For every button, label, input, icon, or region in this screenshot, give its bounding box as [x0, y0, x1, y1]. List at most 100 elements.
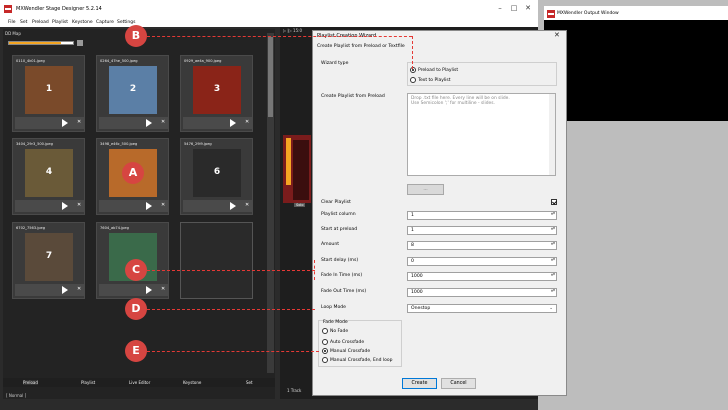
output-window [544, 6, 728, 121]
textfile-drop-area[interactable]: Drop .txt file here. Every line will be … [407, 93, 556, 176]
textarea-scrollbar[interactable] [549, 94, 555, 175]
output-window-title: MXWendler Output Window [557, 11, 619, 16]
annotation-marker-c: C [125, 259, 147, 281]
tab-preload[interactable]: Preload [23, 380, 38, 385]
menu-playlist[interactable]: Playlist [52, 20, 68, 25]
tab-playlist[interactable]: Playlist [81, 380, 95, 385]
fade-mode-radio[interactable] [322, 348, 328, 354]
tile-controls: ✕ [99, 284, 168, 296]
menu-preload[interactable]: Preload [32, 20, 49, 25]
tile-thumbnail[interactable]: A [109, 149, 157, 197]
tab-keystone[interactable]: Keystone [183, 380, 201, 385]
main-titlebar: MXWendler Stage Designer 5.2.14 – □ ✕ [0, 0, 538, 18]
maximize-icon[interactable]: □ [508, 4, 520, 12]
remove-icon[interactable]: ✕ [161, 119, 165, 125]
field-spinbox[interactable]: 8 [407, 241, 557, 250]
tile-controls: ✕ [99, 200, 168, 212]
remove-icon[interactable]: ✕ [77, 202, 81, 208]
annotation-line-c-vertical [314, 260, 315, 280]
preload-tile[interactable]: 0110_4k01.jpeg 1 ✕ [12, 55, 85, 132]
tile-thumbnail[interactable]: 7 [25, 233, 73, 281]
annotation-line-d [147, 309, 315, 310]
fade-mode-option-label: Manual Crossfade [330, 349, 371, 354]
fade-mode-radio[interactable] [322, 357, 328, 363]
scrollbar-thumb[interactable] [268, 37, 273, 117]
menu-keystone[interactable]: Keystone [72, 20, 93, 25]
tile-thumbnail[interactable]: 4 [25, 149, 73, 197]
play-icon[interactable] [146, 202, 152, 210]
remove-icon[interactable]: ✕ [245, 202, 249, 208]
preload-tile[interactable]: 3404_29r3_500.jpeg 4 ✕ [12, 138, 85, 215]
tile-thumbnail[interactable]: 1 [25, 66, 73, 114]
tile-number: 3 [213, 84, 221, 94]
field-spinbox[interactable]: 1000 [407, 288, 557, 297]
progress-fill [9, 42, 62, 44]
radio-preload-to-playlist[interactable] [410, 67, 416, 73]
remove-icon[interactable]: ✕ [77, 119, 81, 125]
tile-filename: 6702_7563.jpeg [16, 226, 46, 230]
create-from-preload-label: Create Playlist from Preload [321, 94, 385, 99]
remove-icon[interactable]: ✕ [161, 202, 165, 208]
play-icon[interactable] [62, 286, 68, 294]
bottom-tab-bar: Preload Playlist Live Editor Keystone Se… [3, 378, 275, 387]
field-spinbox[interactable]: 1 [407, 226, 557, 235]
field-spinbox[interactable]: 1000 [407, 272, 557, 281]
menu-capture[interactable]: Capture [96, 20, 114, 25]
close-icon[interactable]: ✕ [522, 4, 534, 12]
fade-mode-radio[interactable] [322, 328, 328, 334]
tile-controls: ✕ [99, 117, 168, 129]
preload-tile[interactable]: 0264_47he_500.jpeg 2 ✕ [96, 55, 169, 132]
radio-text-to-playlist[interactable] [410, 77, 416, 83]
preload-tile[interactable]: 6702_7563.jpeg 7 ✕ [12, 222, 85, 299]
status-mode: [ Normal ] [6, 393, 27, 398]
preload-tile[interactable]: 3498_e46c_500.jpeg A ✕ [96, 138, 169, 215]
tile-filename: 3404_29r3_500.jpeg [16, 142, 53, 146]
middle-toolbar[interactable]: ▷ |▷ 15:0 [283, 28, 302, 33]
remove-icon[interactable]: ✕ [245, 119, 249, 125]
play-icon[interactable] [146, 119, 152, 127]
field-spinbox[interactable]: 1 [407, 211, 557, 220]
tab-live-editor[interactable]: Live Editor [129, 380, 150, 385]
browse-button[interactable]: ... [407, 184, 444, 195]
output-titlebar: MXWendler Output Window [544, 6, 728, 20]
loop-mode-select[interactable]: Onestop ⌄ [407, 304, 557, 313]
preload-scrollbar[interactable] [267, 33, 274, 373]
wizard-close-icon[interactable]: ✕ [554, 31, 560, 39]
menu-set[interactable]: Set [20, 20, 27, 25]
radio-preload-label: Preload to Playlist [418, 68, 459, 73]
preload-tile[interactable]: 0929_ae4a_900.jpeg 3 ✕ [180, 55, 253, 132]
empty-preload-slot[interactable] [180, 222, 253, 299]
remove-icon[interactable]: ✕ [77, 286, 81, 292]
play-icon[interactable] [146, 286, 152, 294]
create-button[interactable]: Create [402, 378, 437, 389]
cancel-button[interactable]: Cancel [441, 378, 476, 389]
tile-thumbnail[interactable]: 2 [109, 66, 157, 114]
tile-thumbnail[interactable]: 3 [193, 66, 241, 114]
play-icon[interactable] [230, 202, 236, 210]
preload-tile[interactable]: 5476_29l9.jpeg 6 ✕ [180, 138, 253, 215]
field-spinbox[interactable]: 0 [407, 257, 557, 266]
clear-playlist-label: Clear Playlist [321, 200, 351, 205]
annotation-line-e [147, 351, 319, 352]
menu-file[interactable]: File [8, 20, 16, 25]
fade-mode-radio[interactable] [322, 339, 328, 345]
minimize-icon[interactable]: – [494, 4, 506, 12]
remove-icon[interactable]: ✕ [161, 286, 165, 292]
play-icon[interactable] [62, 202, 68, 210]
clear-playlist-checkbox[interactable] [551, 199, 557, 205]
tab-set[interactable]: Set [246, 380, 253, 385]
tile-thumbnail[interactable]: 6 [193, 149, 241, 197]
level-meter [286, 138, 291, 185]
tile-number: 4 [45, 167, 53, 177]
solo-button[interactable]: Solo [294, 203, 306, 207]
menu-bar: File Set Preload Playlist Keystone Captu… [0, 18, 538, 27]
image-icon[interactable] [77, 40, 83, 46]
play-icon[interactable] [62, 119, 68, 127]
track-label: 1 Track [287, 388, 302, 393]
annotation-line-b-vertical [412, 36, 413, 69]
field-label: Amount [321, 242, 340, 247]
play-icon[interactable] [230, 119, 236, 127]
annotation-marker-e: E [125, 340, 147, 362]
preload-progress-bar [8, 41, 74, 45]
tile-filename: 3498_e46c_500.jpeg [100, 142, 138, 146]
